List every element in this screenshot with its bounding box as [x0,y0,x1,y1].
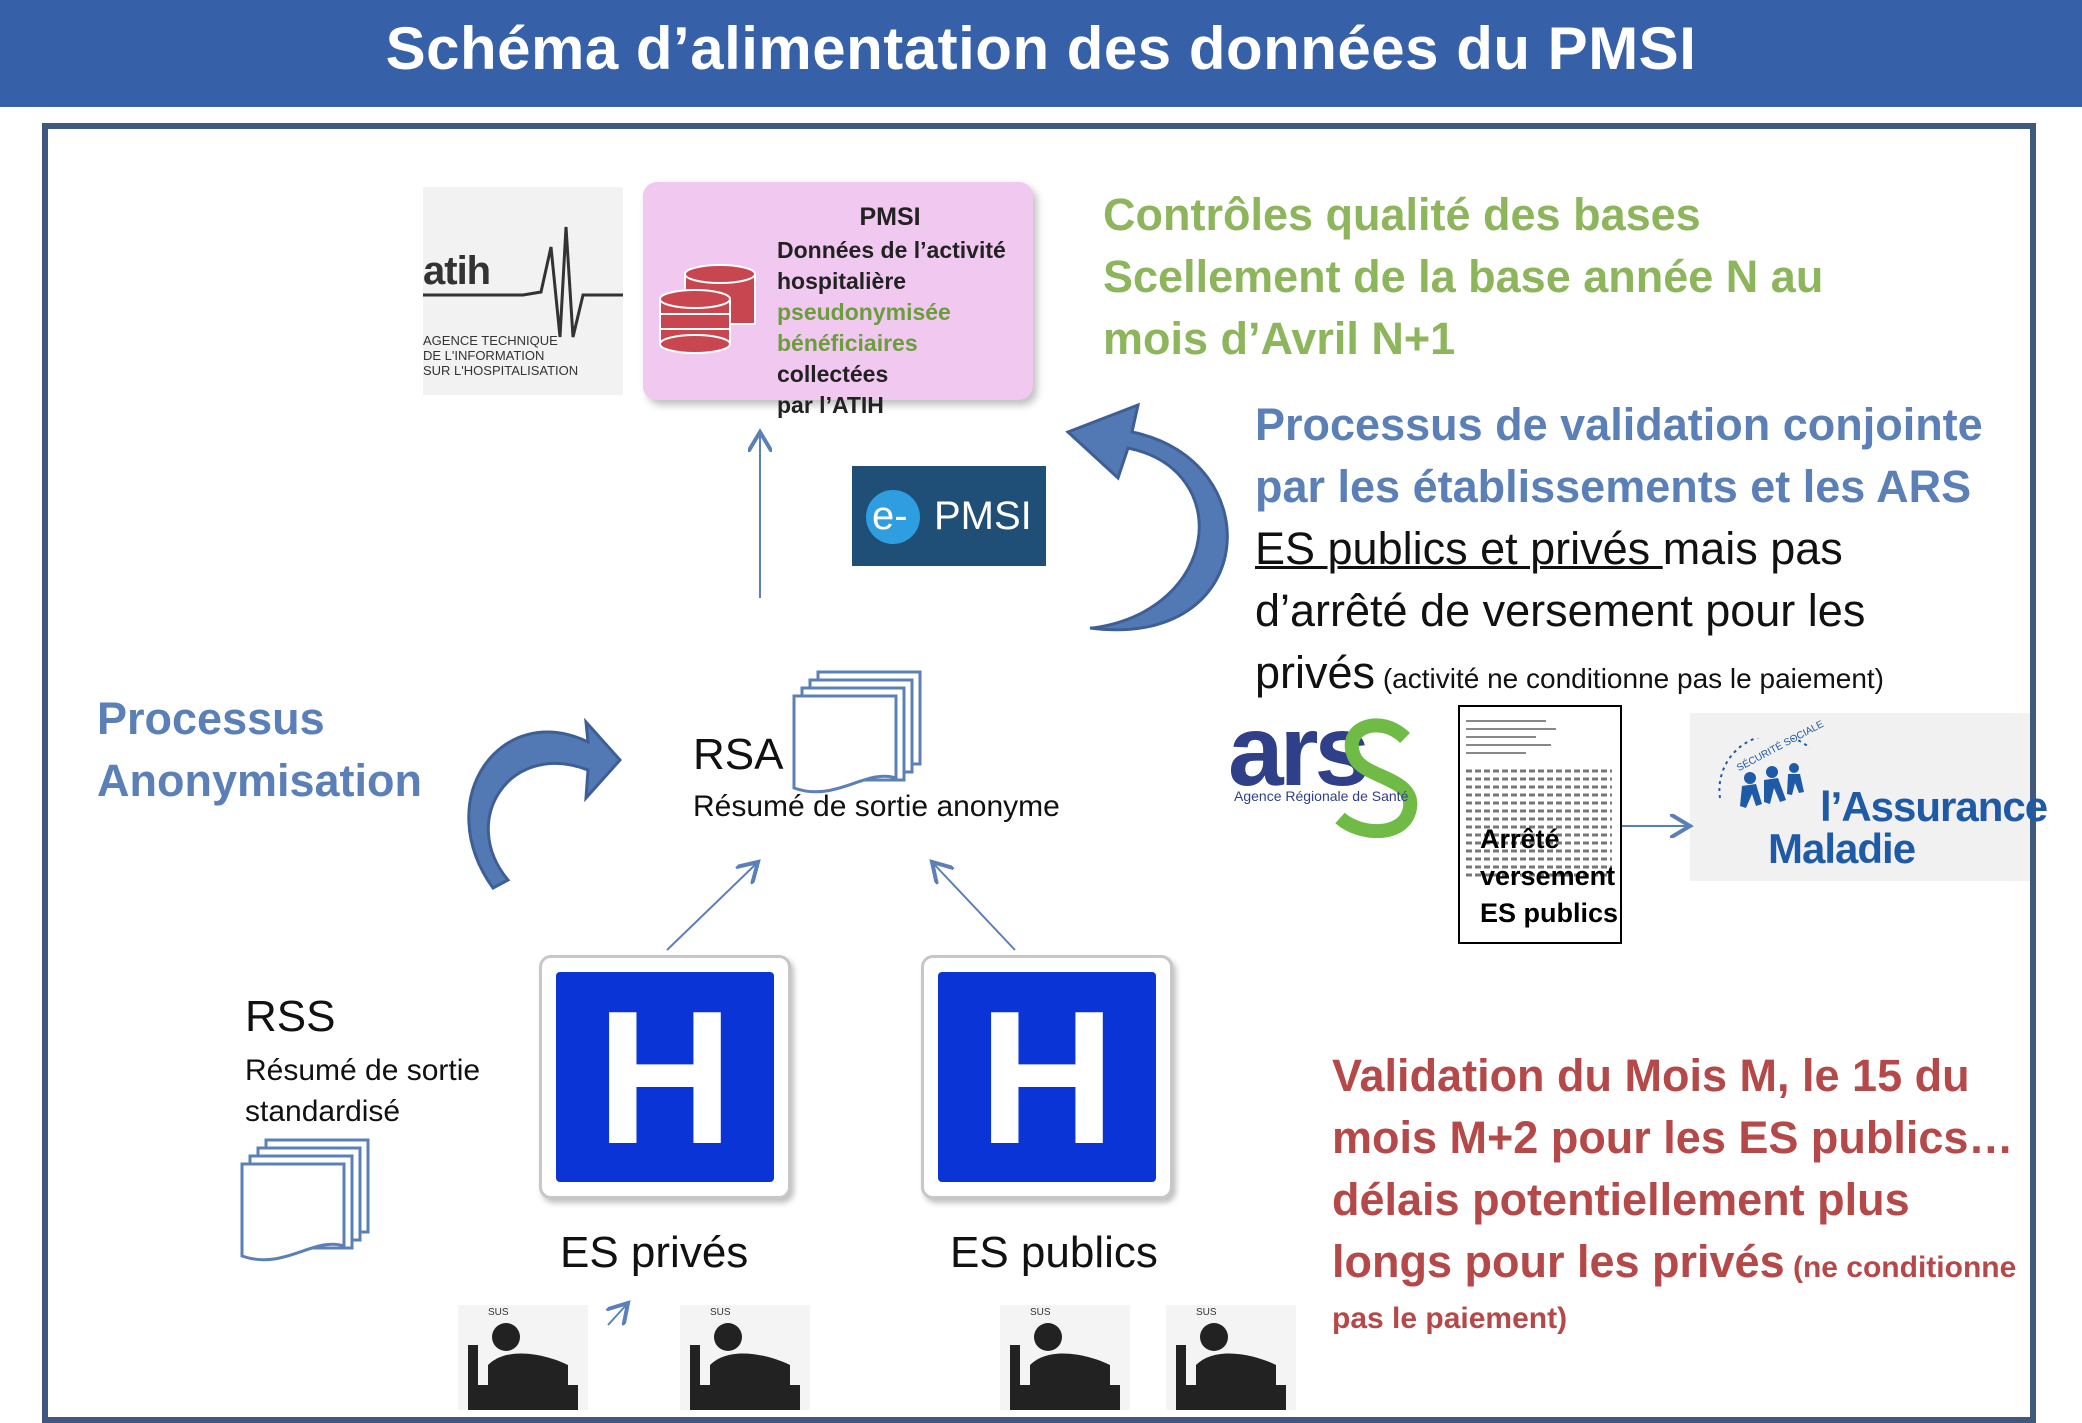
patient-bed-icon [458,1305,588,1410]
arrow-patients-to-prive [608,1303,628,1325]
patient-bed-icon [1000,1305,1130,1410]
arrow-prive-to-rsa [666,862,758,951]
arrow-public-to-rsa [932,862,1016,951]
patient-icon-label: SUS [1030,1307,1051,1318]
rss-document-icon [240,1138,370,1262]
diagram-connectors [240,402,2082,1410]
patient-icon-label: SUS [1196,1307,1217,1318]
patient-bed-icon [680,1305,810,1410]
rsa-document-icon [792,670,922,794]
curved-arrow-validation [1065,402,1229,632]
patient-icon-label: SUS [710,1307,731,1318]
curved-arrow-anonymisation [467,717,623,890]
patient-bed-icon [1166,1305,1296,1410]
patient-icon-label: SUS [488,1307,509,1318]
